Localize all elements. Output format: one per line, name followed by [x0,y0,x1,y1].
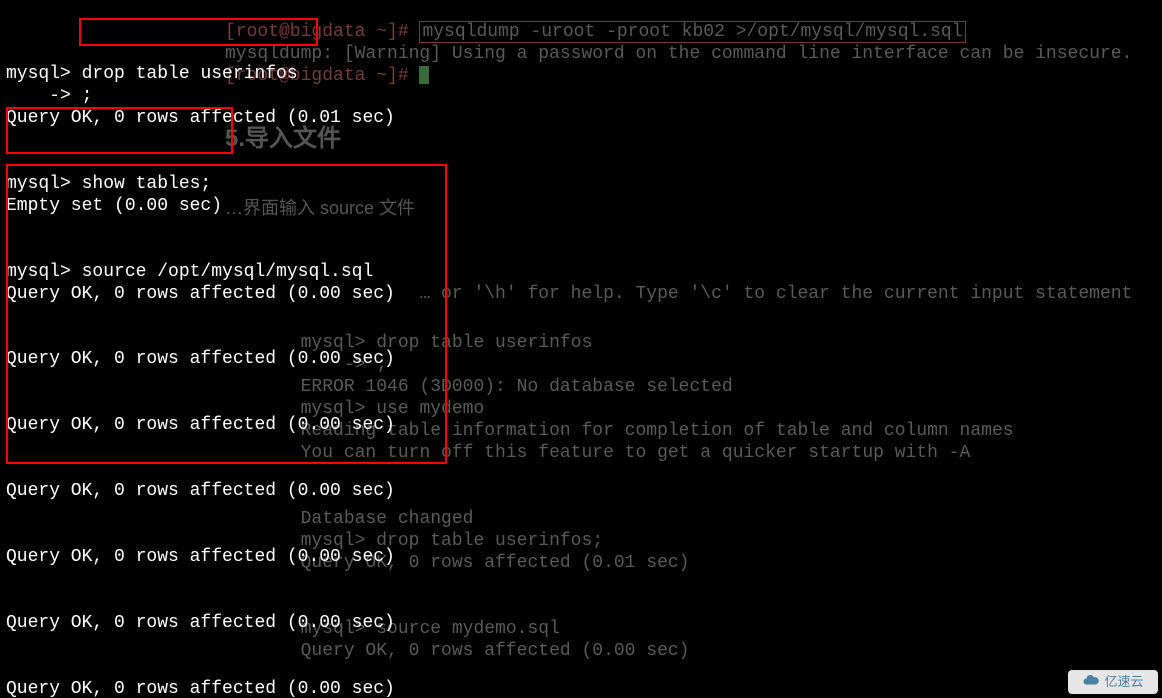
blank-line [6,437,1162,459]
blank-line [6,305,1162,327]
blank-line [6,130,1162,152]
result-drop-ok: Query OK, 0 rows affected (0.01 sec) [6,108,395,128]
result-ok-line: Query OK, 0 rows affected (0.00 sec) [6,613,395,633]
blank-line [6,569,1162,591]
result-ok-line: Query OK, 0 rows affected (0.00 sec) [6,415,395,435]
foreground-terminal[interactable]: mysql> drop table userinfos -> ; Query O… [0,0,1162,698]
watermark-text: 亿速云 [1104,674,1143,690]
cmd-source-file: mysql> source /opt/mysql/mysql.sql [6,262,373,282]
result-ok-line: Query OK, 0 rows affected (0.00 sec) [6,547,395,567]
blank-line [6,218,1162,240]
cmd-drop-table: mysql> drop table userinfos [6,64,298,84]
cmd-drop-table-cont: -> ; [6,86,92,106]
blank-line [6,371,1162,393]
blank-line [6,635,1162,657]
result-ok-line: Query OK, 0 rows affected (0.00 sec) [6,481,395,501]
cloud-icon [1082,671,1100,693]
result-ok-line: Query OK, 0 rows affected (0.00 sec) [6,349,395,369]
result-ok-line: Query OK, 0 rows affected (0.00 sec) [6,284,395,304]
watermark-badge: 亿速云 [1068,670,1158,694]
blank-line [6,503,1162,525]
result-empty-set: Empty set (0.00 sec) [6,196,222,216]
result-ok-line: Query OK, 0 rows affected (0.00 sec) [6,679,395,698]
cmd-show-tables: mysql> show tables; [6,174,211,194]
